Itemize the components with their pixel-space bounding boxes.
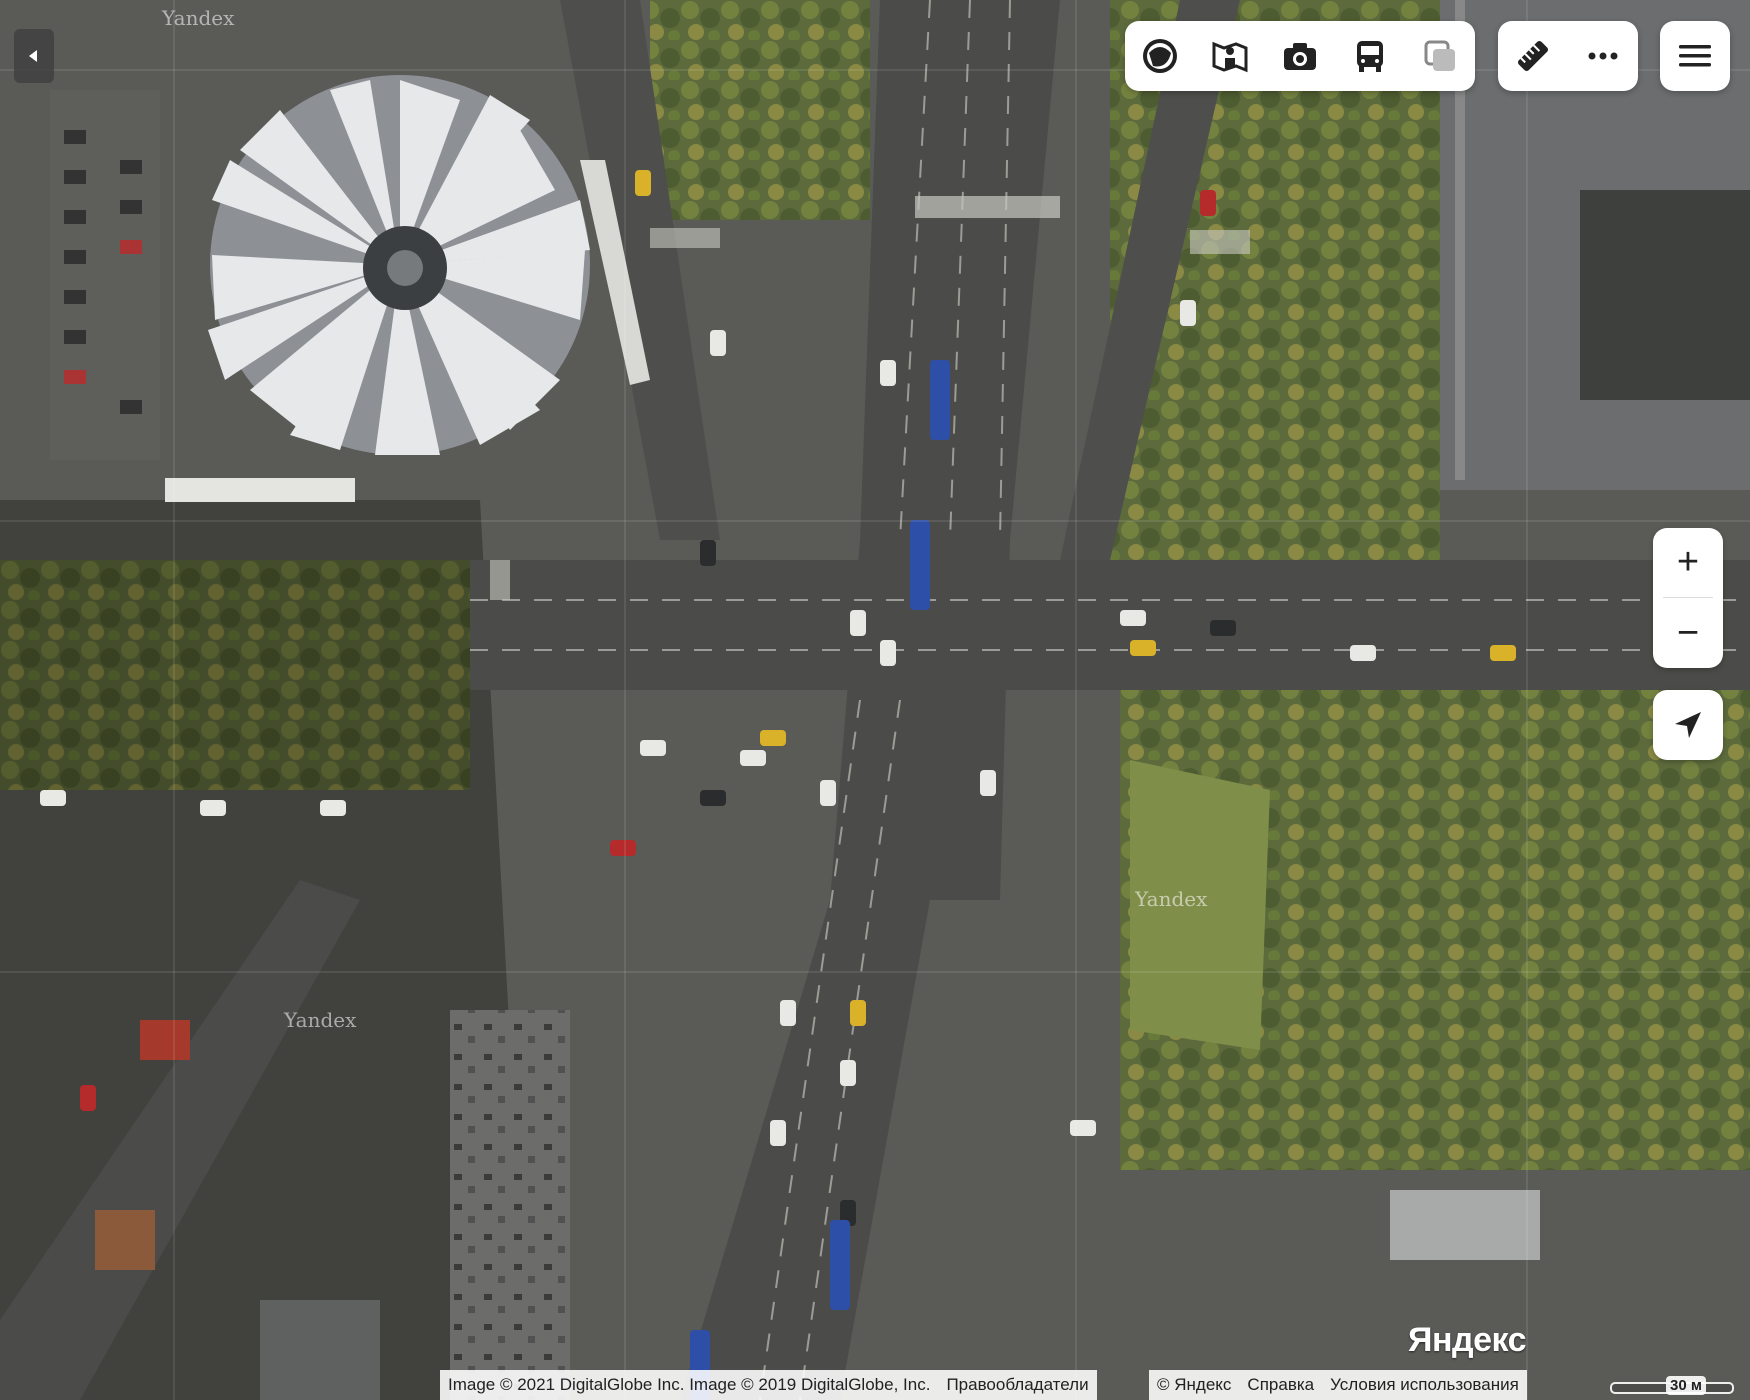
- ruler-icon: [1517, 40, 1549, 72]
- caret-left-icon: [29, 50, 37, 62]
- map-watermark: Yandex: [162, 6, 235, 30]
- location-arrow-icon: [1675, 712, 1701, 738]
- rights-holders-link[interactable]: Правообладатели: [938, 1375, 1096, 1395]
- yandex-logo: Яндекс: [1408, 1321, 1526, 1359]
- copyright-link[interactable]: © Яндекс: [1149, 1375, 1239, 1395]
- map-layers-toolbar: [1125, 21, 1475, 91]
- overlay-button[interactable]: [1405, 21, 1475, 91]
- scale-label: 30 м: [1666, 1376, 1706, 1395]
- map-watermark: Yandex: [1135, 887, 1208, 911]
- collapse-sidebar-button[interactable]: [14, 29, 54, 83]
- more-button[interactable]: [1568, 21, 1638, 91]
- imagery-credit: Image © 2021 DigitalGlobe Inc. Image © 2…: [448, 1375, 931, 1394]
- menu-icon: [1679, 45, 1711, 67]
- transit-button[interactable]: [1335, 21, 1405, 91]
- map-watermark: Yandex: [284, 1008, 357, 1032]
- photo-icon: [1284, 43, 1316, 70]
- zoom-out-button[interactable]: −: [1653, 598, 1723, 668]
- yandex-attribution: © Яндекс Справка Условия использования: [1149, 1370, 1527, 1400]
- terms-link[interactable]: Условия использования: [1322, 1375, 1527, 1395]
- photos-button[interactable]: [1265, 21, 1335, 91]
- map-scale: 30 м: [1610, 1376, 1734, 1395]
- my-location-button[interactable]: [1653, 690, 1723, 760]
- map-tools-toolbar: [1498, 21, 1638, 91]
- satellite-imagery: [0, 0, 1750, 1400]
- transit-icon: [1357, 41, 1383, 72]
- imagery-attribution: Image © 2021 DigitalGlobe Inc. Image © 2…: [440, 1370, 1097, 1400]
- zoom-control: + −: [1653, 528, 1723, 668]
- menu-button[interactable]: [1660, 21, 1730, 91]
- satellite-map[interactable]: Yandex Yandex Yandex: [0, 0, 1750, 1400]
- zoom-in-button[interactable]: +: [1653, 528, 1723, 597]
- ruler-button[interactable]: [1498, 21, 1568, 91]
- panorama-button[interactable]: [1195, 21, 1265, 91]
- more-icon: [1588, 52, 1618, 60]
- overlay-icon: [1424, 40, 1455, 71]
- help-link[interactable]: Справка: [1239, 1375, 1322, 1395]
- map-layers-button[interactable]: [1125, 21, 1195, 91]
- map-layers-icon: [1143, 39, 1177, 73]
- panorama-icon: [1212, 41, 1248, 73]
